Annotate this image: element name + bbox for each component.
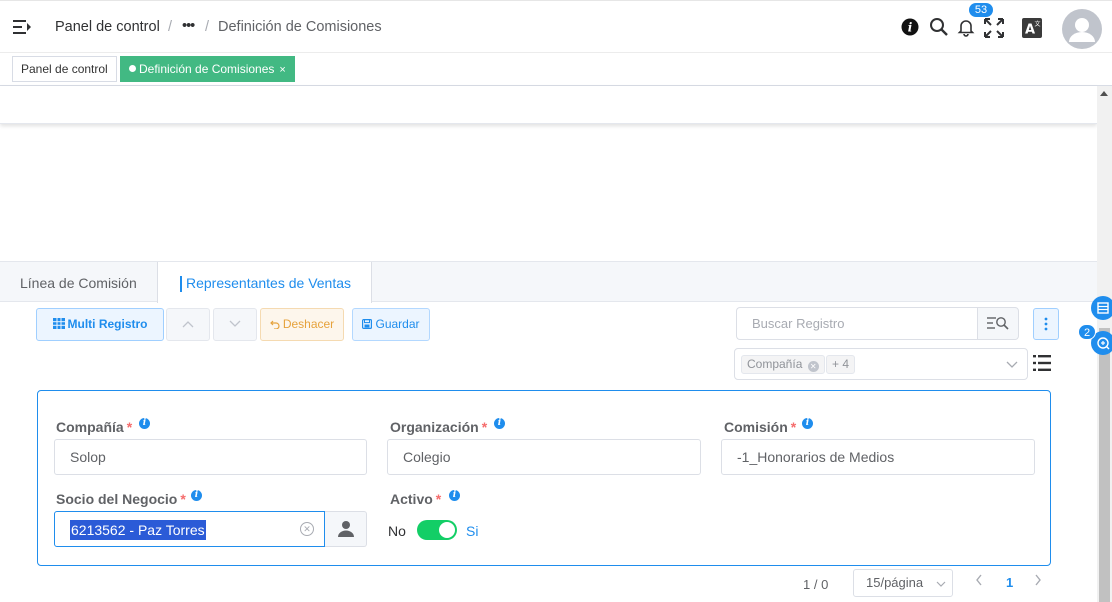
socio-search-button[interactable] — [325, 511, 367, 547]
avatar[interactable] — [1062, 9, 1102, 49]
column-filter-select[interactable]: Compañía ✕ + 4 — [734, 348, 1028, 380]
save-icon — [362, 319, 373, 330]
menu-toggle-icon[interactable] — [12, 17, 32, 37]
breadcrumb-current: Definición de Comisiones — [218, 19, 382, 35]
compania-label: Compañía * — [56, 419, 133, 435]
tags-view-bar: Panel de control Definición de Comisione… — [0, 53, 1112, 86]
current-page[interactable]: 1 — [1006, 575, 1013, 590]
filter-chip-label: Compañía — [747, 357, 803, 371]
side-count-badge: 2 — [1078, 324, 1096, 340]
comision-field[interactable]: -1_Honorarios de Medios — [721, 439, 1035, 475]
save-label: Guardar — [375, 317, 420, 331]
activo-no-label: No — [388, 523, 406, 539]
socio-negocio-label: Socio del Negocio * — [56, 491, 186, 507]
active-dot-icon — [129, 65, 136, 72]
next-page-icon[interactable] — [1034, 574, 1042, 586]
chip-close-icon[interactable]: ✕ — [807, 361, 819, 372]
tag-definicion-comisiones[interactable]: Definición de Comisiones × — [120, 56, 295, 82]
socio-negocio-value: 6213562 - Paz Torres — [70, 520, 206, 540]
fullscreen-icon[interactable] — [984, 18, 1004, 38]
search-button[interactable] — [977, 307, 1019, 340]
activo-label: Activo * — [390, 491, 442, 507]
activo-switch[interactable] — [417, 520, 457, 540]
comision-label: Comisión * — [724, 419, 797, 435]
tab-label: Representantes de Ventas — [186, 275, 352, 291]
organizacion-label: Organización * — [390, 419, 488, 435]
chevron-up-icon — [182, 321, 194, 328]
more-options-button[interactable] — [1033, 308, 1059, 340]
undo-icon — [269, 320, 280, 330]
info-icon[interactable]: i — [191, 490, 202, 501]
more-vertical-icon — [1044, 317, 1048, 331]
tag-panel-de-control[interactable]: Panel de control — [12, 56, 117, 82]
clear-icon[interactable]: ✕ — [300, 522, 314, 536]
top-header: Panel de control / ••• / Definición de C… — [0, 0, 1112, 53]
breadcrumb-separator: / — [168, 19, 173, 35]
search-icon[interactable] — [929, 17, 949, 37]
undo-button[interactable]: Deshacer — [260, 308, 344, 341]
organizacion-field[interactable]: Colegio — [387, 439, 701, 475]
table-icon — [52, 318, 65, 329]
user-icon — [338, 521, 354, 537]
breadcrumb-home[interactable]: Panel de control — [55, 19, 160, 35]
close-icon[interactable]: × — [279, 64, 285, 76]
tab-label: Línea de Comisión — [20, 275, 137, 291]
switch-knob — [439, 522, 455, 538]
chevron-down-icon — [229, 320, 241, 327]
undo-label: Deshacer — [282, 317, 335, 331]
breadcrumb-ellipsis[interactable]: ••• — [182, 18, 195, 34]
breadcrumb-separator: / — [205, 19, 210, 35]
header-panel — [0, 86, 1097, 124]
chevron-down-icon — [936, 581, 946, 587]
list-icon[interactable] — [1033, 354, 1051, 372]
save-button[interactable]: Guardar — [352, 308, 430, 341]
list-detail-icon — [1097, 302, 1109, 314]
scroll-up-icon[interactable] — [1100, 91, 1108, 96]
svg-text:文: 文 — [1034, 20, 1040, 28]
socio-negocio-input[interactable]: 6213562 - Paz Torres ✕ — [54, 511, 325, 547]
bell-icon[interactable] — [956, 17, 976, 37]
search-input[interactable] — [736, 307, 978, 340]
info-icon[interactable]: i — [449, 490, 460, 501]
tab-bar: Línea de Comisión Representantes de Vent… — [0, 261, 1097, 303]
multi-registro-label: Multi Registro — [67, 317, 148, 331]
info-icon[interactable]: i — [901, 18, 919, 36]
record-form: Compañía * i Solop Organización * i Colegi… — [37, 390, 1051, 566]
info-icon[interactable]: i — [802, 418, 813, 429]
svg-text:i: i — [908, 21, 913, 35]
search-list-icon — [987, 317, 1009, 330]
compania-field[interactable]: Solop — [54, 439, 367, 475]
tag-label: Panel de control — [21, 62, 108, 76]
filter-chip-compania: Compañía ✕ — [741, 355, 825, 374]
info-icon[interactable]: i — [139, 418, 150, 429]
chevron-down-icon — [1006, 361, 1018, 368]
tab-linea-de-comision[interactable]: Línea de Comisión — [0, 262, 157, 302]
multi-registro-button[interactable]: Multi Registro — [36, 308, 164, 341]
record-count: 1 / 0 — [803, 577, 829, 592]
scroll-thumb[interactable] — [1099, 328, 1110, 602]
next-record-button[interactable] — [213, 308, 257, 341]
prev-page-icon[interactable] — [975, 574, 983, 586]
translate-icon[interactable]: A 文 — [1022, 18, 1042, 38]
notification-badge: 53 — [969, 3, 993, 17]
previous-record-button[interactable] — [166, 308, 210, 341]
tag-label: Definición de Comisiones — [139, 62, 275, 76]
page-size-select[interactable]: 15/página — [853, 569, 953, 597]
user-icon — [1069, 18, 1095, 42]
side-panel-toggle-button[interactable] — [1091, 296, 1112, 320]
info-icon[interactable]: i — [494, 418, 505, 429]
page-size-value: 15/página — [866, 575, 924, 590]
activo-si-label: Si — [466, 523, 479, 539]
tab-representantes-de-ventas[interactable]: Representantes de Ventas — [157, 262, 373, 303]
filter-more-chip: + 4 — [826, 355, 856, 374]
